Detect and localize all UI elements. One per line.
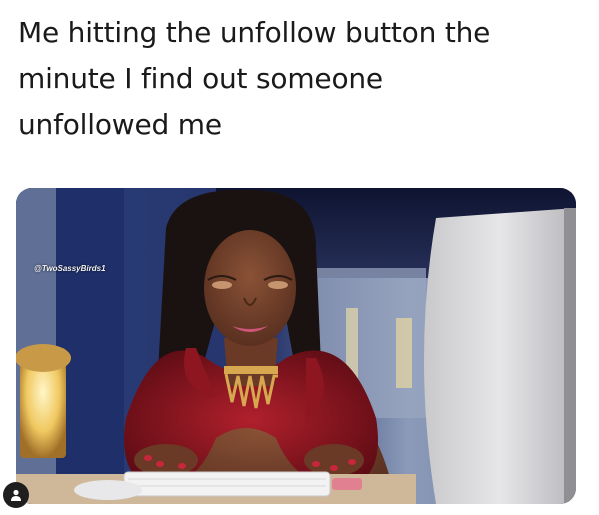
caption-line-3: unfollowed me [18,108,222,141]
user-tag-icon[interactable] [3,482,29,508]
person-icon [11,489,21,501]
image-watermark: @TwoSassyBirds1 [34,264,106,273]
meme-scene [16,188,576,504]
caption-line-1: Me hitting the unfollow button the [18,16,491,49]
meme-post: Me hitting the unfollow button the minut… [0,0,599,515]
post-caption: Me hitting the unfollow button the minut… [18,10,578,148]
meme-image[interactable]: @TwoSassyBirds1 [16,188,576,504]
caption-line-2: minute I find out someone [18,62,383,95]
